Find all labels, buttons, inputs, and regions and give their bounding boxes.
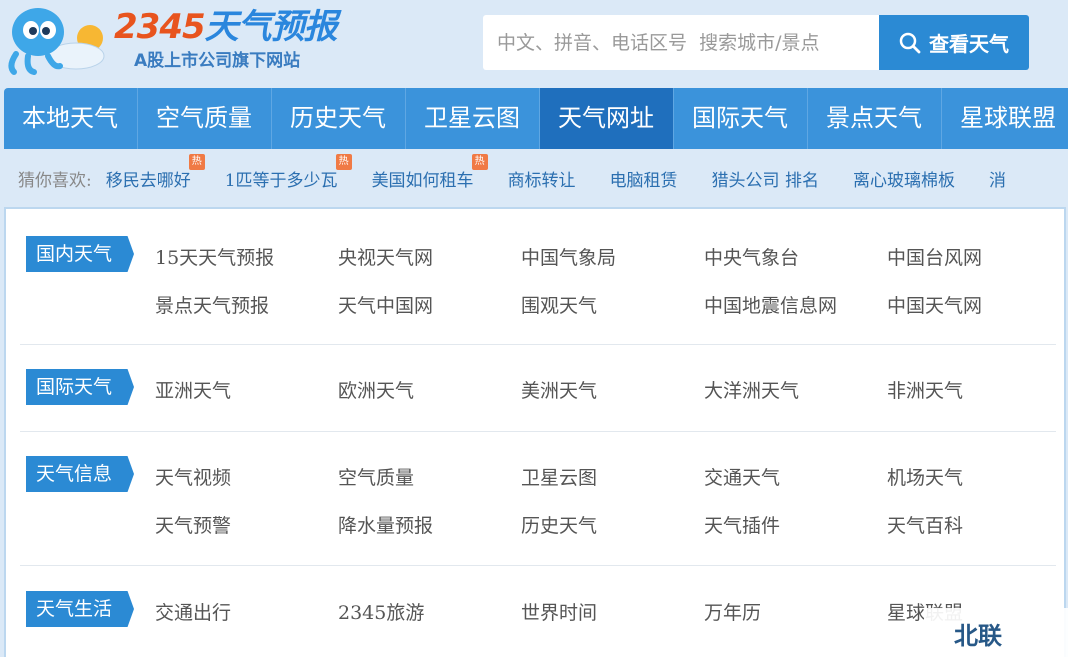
site-link[interactable]: 空气质量 bbox=[338, 463, 414, 490]
site-link[interactable]: 天气视频 bbox=[155, 463, 231, 490]
guess-link[interactable]: 美国如何租车热 bbox=[371, 153, 488, 191]
site-link[interactable]: 天气中国网 bbox=[338, 291, 433, 318]
section-domestic-weather: 国内天气 15天天气预报 央视天气网 中国气象局 中央气象台 中国台风网 景点天… bbox=[20, 219, 1056, 345]
site-link[interactable]: 15天天气预报 bbox=[155, 243, 274, 270]
search-input[interactable] bbox=[483, 15, 879, 70]
guess-link-text: 美国如何租车 bbox=[371, 170, 474, 191]
logo-title[interactable]: 2345天气预报 bbox=[114, 6, 338, 48]
search-button[interactable]: 查看天气 bbox=[879, 15, 1029, 70]
site-link[interactable]: 景点天气预报 bbox=[155, 291, 269, 318]
hot-badge: 热 bbox=[335, 153, 352, 170]
site-link[interactable]: 非洲天气 bbox=[887, 376, 963, 403]
site-link[interactable]: 亚洲天气 bbox=[155, 376, 231, 403]
nav-item-scenic[interactable]: 景点天气 bbox=[808, 88, 942, 149]
logo-subtitle: A股上市公司旗下网站 bbox=[134, 51, 301, 71]
site-link[interactable]: 卫星云图 bbox=[521, 463, 597, 490]
logo-text: 天气预报 bbox=[204, 7, 338, 47]
site-link[interactable]: 中国天气网 bbox=[887, 291, 982, 318]
site-link[interactable]: 交通天气 bbox=[704, 463, 780, 490]
guess-link[interactable]: 1匹等于多少瓦热 bbox=[224, 153, 352, 191]
site-link[interactable]: 天气百科 bbox=[887, 511, 963, 538]
section-tag: 天气信息 bbox=[26, 456, 134, 492]
search-icon bbox=[899, 32, 921, 53]
site-link[interactable]: 中央气象台 bbox=[704, 243, 799, 270]
guess-link-text: 移民去哪好 bbox=[105, 170, 191, 191]
site-link[interactable]: 大洋洲天气 bbox=[704, 376, 799, 403]
nav-item-local-weather[interactable]: 本地天气 bbox=[4, 88, 138, 149]
site-link[interactable]: 中国地震信息网 bbox=[704, 291, 837, 318]
site-link[interactable]: 天气插件 bbox=[704, 511, 780, 538]
logo-mascot-icon[interactable] bbox=[4, 0, 108, 76]
hot-badge: 热 bbox=[471, 153, 488, 170]
nav-item-international[interactable]: 国际天气 bbox=[674, 88, 808, 149]
weather-sites-panel: 国内天气 15天天气预报 央视天气网 中国气象局 中央气象台 中国台风网 景点天… bbox=[4, 207, 1066, 657]
search-button-label: 查看天气 bbox=[929, 32, 1009, 56]
site-link[interactable]: 机场天气 bbox=[887, 463, 963, 490]
header: 2345天气预报 A股上市公司旗下网站 查看天气 bbox=[0, 0, 1068, 88]
section-tag: 国际天气 bbox=[26, 369, 134, 405]
site-link[interactable]: 美洲天气 bbox=[521, 376, 597, 403]
site-link[interactable]: 万年历 bbox=[704, 598, 761, 625]
hot-badge: 热 bbox=[188, 153, 205, 170]
guess-link[interactable]: 移民去哪好热 bbox=[105, 153, 205, 191]
section-weather-info: 天气信息 天气视频 空气质量 卫星云图 交通天气 机场天气 天气预警 降水量预报… bbox=[20, 432, 1056, 566]
nav-item-planet-alliance[interactable]: 星球联盟 bbox=[942, 88, 1068, 149]
site-link[interactable]: 围观天气 bbox=[521, 291, 597, 318]
logo-number: 2345 bbox=[114, 7, 206, 47]
watermark-overlay: 北联 bbox=[924, 608, 1068, 657]
section-international-weather: 国际天气 亚洲天气 欧洲天气 美洲天气 大洋洲天气 非洲天气 bbox=[20, 345, 1056, 432]
site-link[interactable]: 历史天气 bbox=[521, 511, 597, 538]
guess-link-text: 1匹等于多少瓦 bbox=[224, 170, 338, 191]
guess-you-like-bar: 猜你喜欢: 移民去哪好热 1匹等于多少瓦热 美国如何租车热 商标转让 电脑租赁 … bbox=[0, 150, 1068, 206]
site-link[interactable]: 交通出行 bbox=[155, 598, 231, 625]
main-nav: 本地天气 空气质量 历史天气 卫星云图 天气网址 国际天气 景点天气 星球联盟 bbox=[4, 88, 1068, 149]
site-link[interactable]: 世界时间 bbox=[521, 598, 597, 625]
section-tag: 国内天气 bbox=[26, 236, 134, 272]
site-link[interactable]: 欧洲天气 bbox=[338, 376, 414, 403]
guess-link[interactable]: 消 bbox=[989, 166, 1006, 191]
section-tag: 天气生活 bbox=[26, 591, 134, 627]
site-link[interactable]: 降水量预报 bbox=[338, 511, 433, 538]
guess-label: 猜你喜欢: bbox=[18, 170, 92, 191]
site-link[interactable]: 2345旅游 bbox=[338, 598, 424, 625]
site-link[interactable]: 天气预警 bbox=[155, 511, 231, 538]
nav-item-history-weather[interactable]: 历史天气 bbox=[272, 88, 406, 149]
guess-link[interactable]: 电脑租赁 bbox=[610, 166, 678, 191]
watermark-text: 北联 bbox=[954, 622, 1002, 650]
nav-item-air-quality[interactable]: 空气质量 bbox=[138, 88, 272, 149]
site-link[interactable]: 中国台风网 bbox=[887, 243, 982, 270]
section-weather-life: 天气生活 交通出行 2345旅游 世界时间 万年历 星球联盟 bbox=[20, 566, 1056, 656]
guess-link[interactable]: 猎头公司 排名 bbox=[712, 166, 819, 191]
nav-item-satellite[interactable]: 卫星云图 bbox=[406, 88, 540, 149]
guess-link[interactable]: 商标转让 bbox=[508, 166, 576, 191]
nav-item-weather-sites[interactable]: 天气网址 bbox=[540, 88, 674, 149]
site-link[interactable]: 央视天气网 bbox=[338, 243, 433, 270]
guess-link[interactable]: 离心玻璃棉板 bbox=[853, 166, 955, 191]
site-link[interactable]: 中国气象局 bbox=[521, 243, 616, 270]
